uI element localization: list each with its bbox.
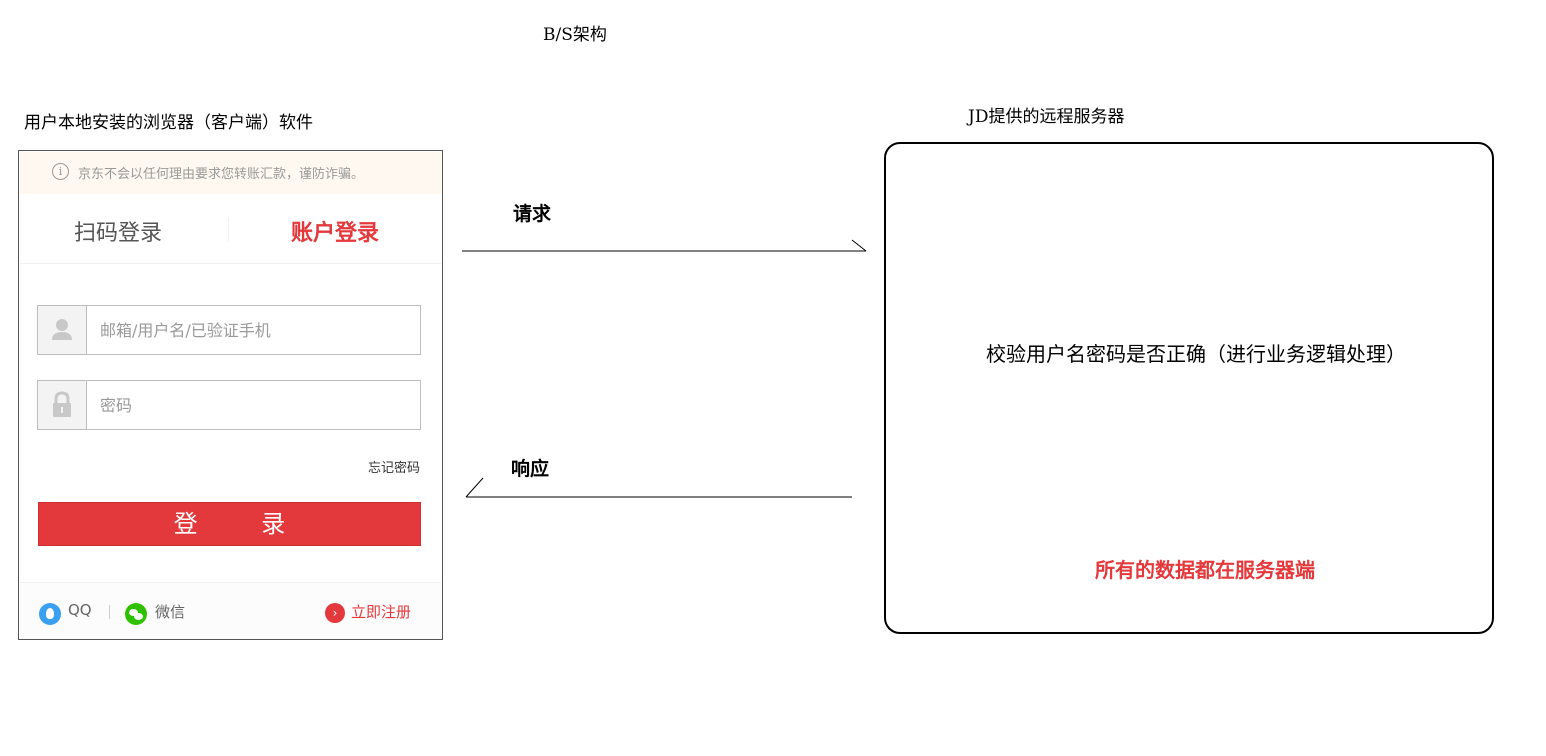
request-arrow	[462, 239, 867, 252]
response-label: 响应	[511, 458, 550, 480]
server-task-text: 校验用户名密码是否正确（进行业务逻辑处理）	[986, 342, 1406, 366]
request-label: 请求	[513, 203, 552, 225]
server-note: 所有的数据都在服务器端	[1095, 558, 1315, 582]
